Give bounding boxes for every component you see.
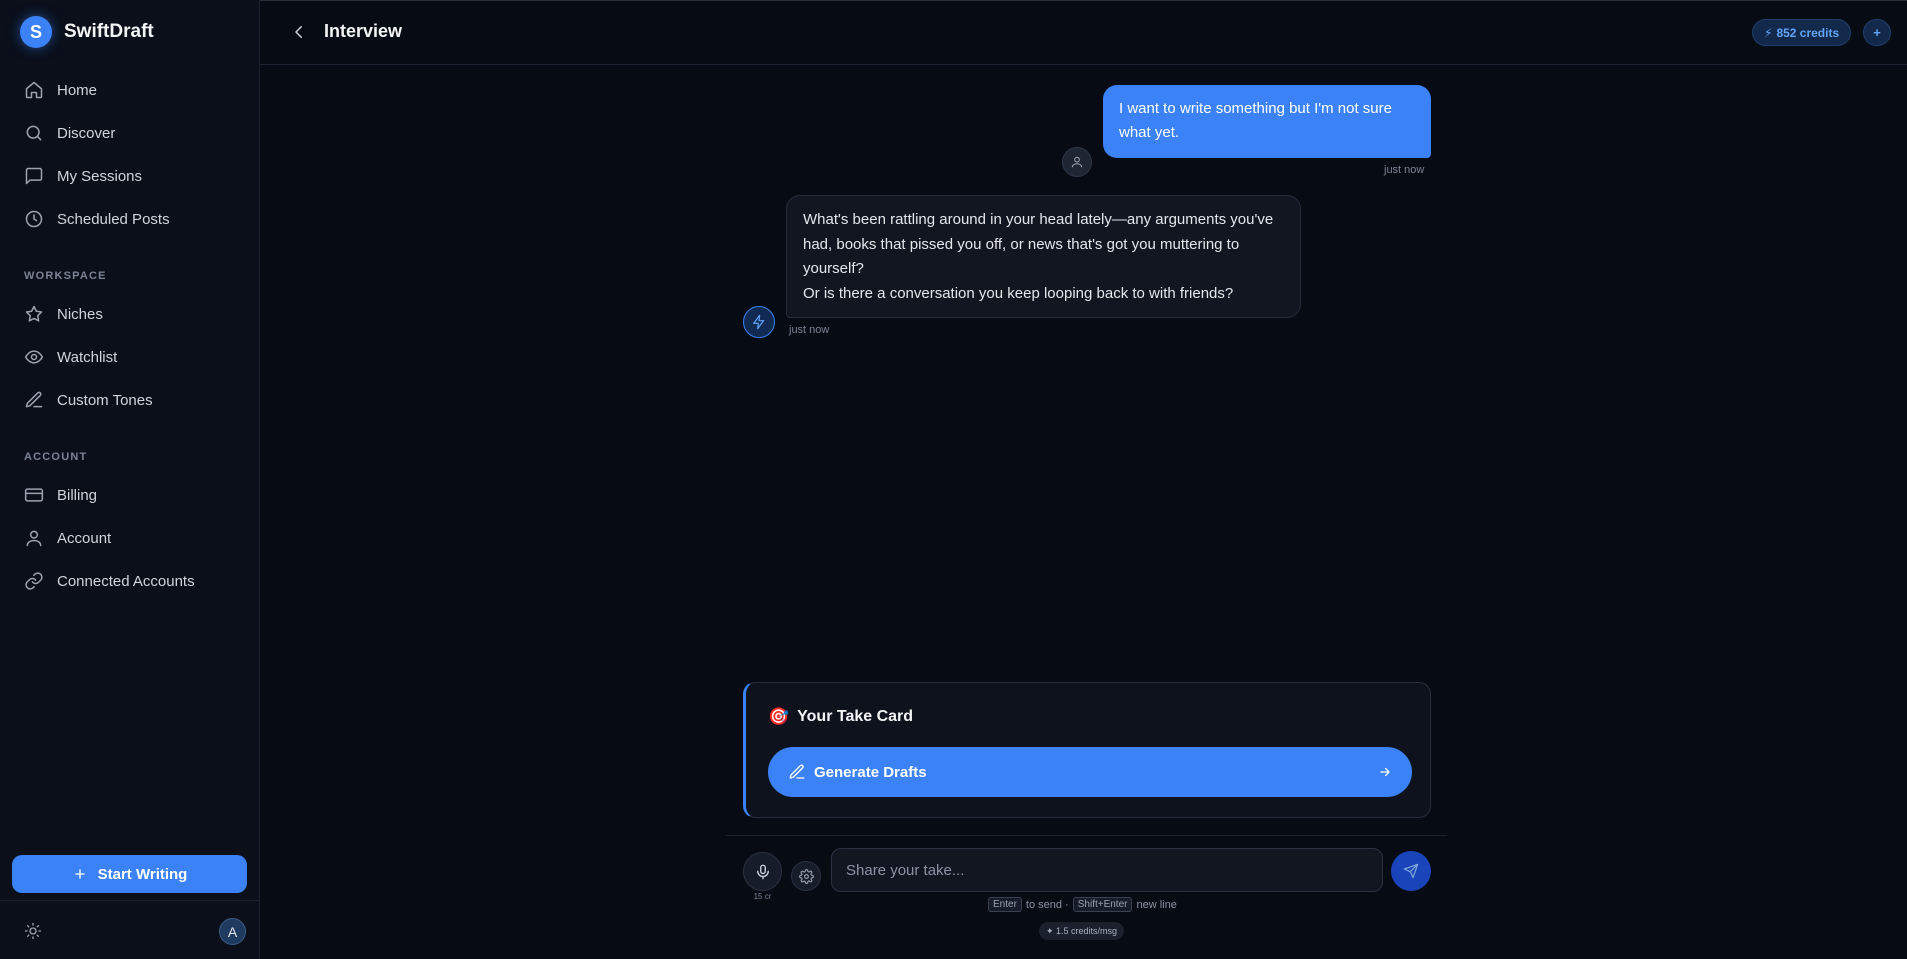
user-message: I want to write something but I'm not su…: [1103, 85, 1431, 158]
sidebar-item-niches[interactable]: Niches: [12, 296, 248, 332]
hint-newline-text: new line: [1136, 898, 1177, 911]
sidebar: S SwiftDraft Home Discover My Sessions S…: [0, 0, 260, 959]
sidebar-item-custom-tones[interactable]: Custom Tones: [12, 382, 248, 418]
message-icon: [25, 167, 43, 185]
sidebar-item-discover[interactable]: Discover: [12, 115, 248, 151]
sidebar-item-label: Scheduled Posts: [57, 210, 170, 228]
brand[interactable]: S SwiftDraft: [20, 16, 154, 48]
microphone-icon: [756, 864, 769, 879]
enter-key: Enter: [988, 897, 1022, 912]
sidebar-item-label: Connected Accounts: [57, 572, 195, 590]
user-avatar: [1062, 147, 1092, 177]
sidebar-item-label: Home: [57, 81, 98, 99]
bolt-icon: ⚡︎: [1764, 25, 1773, 40]
take-card-header: 🎯 Your Take Card: [768, 707, 913, 727]
sidebar-item-my-sessions[interactable]: My Sessions: [12, 158, 248, 194]
pencil-icon: [788, 763, 806, 781]
brand-logo: S: [20, 16, 52, 48]
credits-badge[interactable]: ⚡︎ 852 credits: [1752, 19, 1852, 46]
chevron-left-icon: [295, 26, 302, 38]
share-take-input[interactable]: [831, 848, 1383, 892]
pen-icon: [25, 391, 43, 408]
target-icon: 🎯: [768, 707, 790, 726]
home-icon: [25, 81, 43, 99]
page-title: Interview: [324, 21, 403, 41]
generate-drafts-label: Generate Drafts: [814, 763, 927, 781]
section-label-workspace: WORKSPACE: [24, 270, 107, 282]
voice-cost-label: 15 cr: [753, 892, 772, 901]
shift-enter-key: Shift+Enter: [1072, 897, 1133, 912]
sidebar-item-account[interactable]: Account: [12, 520, 248, 556]
sidebar-item-home[interactable]: Home: [12, 72, 248, 108]
section-label-account: ACCOUNT: [24, 451, 88, 463]
composer-divider: [726, 835, 1447, 836]
user-icon: [1071, 156, 1083, 168]
sidebar-item-scheduled-posts[interactable]: Scheduled Posts: [12, 201, 248, 237]
generate-drafts-button[interactable]: Generate Drafts: [768, 747, 1412, 797]
take-card: 🎯 Your Take Card Generate Drafts: [743, 682, 1431, 818]
sidebar-item-watchlist[interactable]: Watchlist: [12, 339, 248, 375]
sidebar-item-label: My Sessions: [57, 167, 143, 185]
sidebar-item-label: Watchlist: [57, 348, 118, 366]
sidebar-item-label: Custom Tones: [57, 391, 153, 409]
assistant-message-line: Or is there a conversation you keep loop…: [803, 284, 1234, 302]
avatar[interactable]: A: [219, 918, 246, 945]
arrow-right-icon: [1378, 765, 1392, 779]
start-writing-button[interactable]: Start Writing: [12, 855, 247, 893]
start-writing-label: Start Writing: [97, 865, 188, 883]
sidebar-item-label: Account: [57, 529, 112, 547]
gear-icon: [798, 868, 814, 884]
sidebar-item-connected-accounts[interactable]: Connected Accounts: [12, 563, 248, 599]
sidebar-item-label: Billing: [57, 486, 98, 504]
voice-input-button[interactable]: [743, 852, 782, 891]
brand-name: SwiftDraft: [64, 21, 154, 42]
take-card-title: Your Take Card: [797, 708, 914, 725]
composer-settings-button[interactable]: [791, 861, 821, 891]
assistant-avatar: [743, 306, 775, 338]
add-credits-button[interactable]: +: [1863, 19, 1891, 46]
credits-label: 852 credits: [1776, 25, 1840, 40]
star-icon: [25, 305, 43, 322]
assistant-message-timestamp: just now: [789, 324, 830, 336]
send-icon: [1403, 863, 1419, 879]
bolt-icon: [753, 314, 765, 330]
sun-icon: [24, 922, 42, 940]
sidebar-item-label: Discover: [57, 124, 116, 142]
clock-icon: [25, 210, 43, 228]
header: Interview ⚡︎ 852 credits +: [260, 1, 1907, 65]
hint-send-text: to send ·: [1025, 898, 1069, 911]
sidebar-item-label: Niches: [57, 305, 103, 323]
theme-toggle[interactable]: [24, 922, 42, 940]
card-icon: [24, 488, 44, 502]
user-icon: [26, 530, 42, 547]
link-icon: [25, 572, 43, 590]
send-button[interactable]: [1391, 851, 1431, 891]
sidebar-item-billing[interactable]: Billing: [12, 477, 248, 513]
search-icon: [26, 125, 42, 141]
assistant-message-line: What's been rattling around in your head…: [803, 211, 1274, 277]
keyboard-hint: Enter to send · Shift+Enter new line: [988, 897, 1177, 912]
back-button[interactable]: [290, 23, 308, 41]
user-message-timestamp: just now: [1384, 164, 1425, 176]
message-cost-badge: ✦ 1.5 credits/msg: [1039, 922, 1125, 940]
assistant-message: What's been rattling around in your head…: [786, 195, 1301, 318]
plus-icon: [74, 869, 85, 879]
eye-icon: [24, 350, 44, 364]
sidebar-divider: [0, 900, 259, 901]
